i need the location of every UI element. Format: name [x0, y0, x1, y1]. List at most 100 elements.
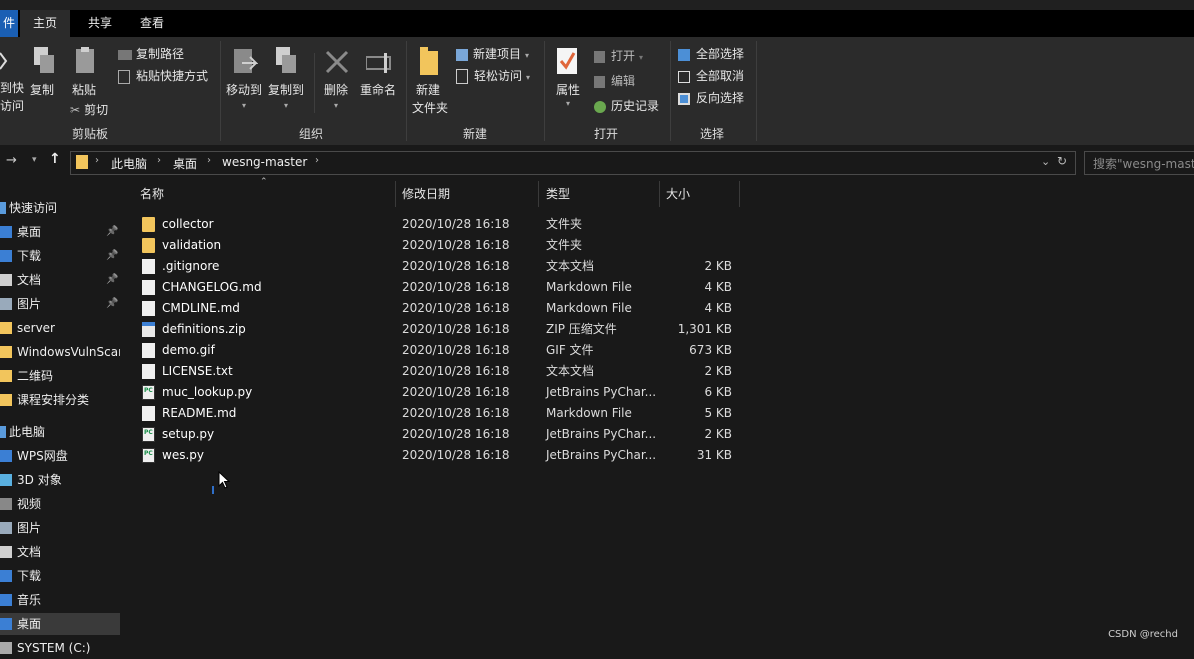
navigation-pane: 快速访问 桌面 📌 下载 📌 文档 📌 图片 📌 server WindowsVulnScan 二维码… — [0, 181, 122, 655]
file-name: README.md — [162, 406, 237, 420]
chevron-down-icon: ▾ — [526, 73, 531, 82]
address-dropdown-icon[interactable]: ⌄ — [1041, 155, 1050, 168]
nav-item[interactable]: SYSTEM (C:) — [0, 637, 120, 659]
tab-view[interactable]: 查看 — [132, 10, 172, 37]
nav-item[interactable]: 下载 — [0, 565, 120, 587]
invert-selection-button[interactable]: 反向选择 — [678, 89, 744, 106]
copy-button[interactable]: 复制 — [28, 45, 60, 101]
nav-item[interactable]: server — [0, 317, 120, 339]
column-header-size[interactable]: 大小 — [666, 181, 690, 207]
tab-file[interactable]: 件 — [0, 10, 18, 37]
tab-home[interactable]: 主页 — [20, 10, 70, 37]
column-divider[interactable] — [395, 181, 396, 207]
select-none-icon — [678, 70, 690, 83]
file-row[interactable]: README.md 2020/10/28 16:18 Markdown File 5 … — [122, 403, 1194, 424]
select-all-button[interactable]: 全部选择 — [678, 45, 744, 62]
nav-item[interactable]: 图片 📌 — [0, 293, 120, 315]
address-bar[interactable]: › 此电脑 › 桌面 › wesng-master › ⌄ ↻ — [70, 151, 1076, 175]
up-arrow-icon[interactable]: ↑ — [49, 151, 61, 167]
zip-file-icon — [142, 322, 155, 337]
nav-item-label: 二维码 — [17, 369, 54, 383]
column-divider[interactable] — [538, 181, 539, 207]
new-folder-button[interactable]: 新建 文件夹 — [412, 45, 452, 121]
paste-button[interactable]: 粘贴 — [70, 45, 102, 101]
tab-share[interactable]: 共享 — [80, 10, 120, 37]
properties-button[interactable]: 属性 ▾ — [552, 45, 586, 115]
copy-path-button[interactable]: 复制路径 — [118, 45, 184, 62]
chevron-right-icon[interactable]: › — [95, 155, 99, 166]
nav-item[interactable]: 下载 📌 — [0, 245, 120, 267]
pin-quick-access-button[interactable]: 到快 访问 — [0, 47, 24, 117]
edit-button[interactable]: 编辑 — [594, 72, 635, 89]
chevron-right-icon[interactable]: › — [315, 155, 319, 166]
column-divider[interactable] — [739, 181, 740, 207]
file-row[interactable]: setup.py 2020/10/28 16:18 JetBrains PyChar… — [122, 424, 1194, 445]
pin-icon[interactable]: 📌 — [106, 245, 118, 267]
rename-button[interactable]: 重命名 — [360, 45, 400, 101]
column-divider[interactable] — [659, 181, 660, 207]
copy-to-icon — [276, 47, 296, 73]
nav-item[interactable]: WindowsVulnScan — [0, 341, 120, 363]
file-row[interactable]: muc_lookup.py 2020/10/28 16:18 JetBrains P… — [122, 382, 1194, 403]
file-row[interactable]: validation 2020/10/28 16:18 文件夹 — [122, 235, 1194, 256]
new-item-label: 新建项目 — [473, 47, 522, 61]
copy-to-button[interactable]: 复制到 ▾ — [268, 45, 306, 115]
nav-item[interactable]: 快速访问 — [0, 197, 120, 219]
open-label: 打开 — [611, 49, 636, 63]
easy-access-button[interactable]: 轻松访问 ▾ — [456, 67, 530, 84]
column-header-date[interactable]: 修改日期 — [402, 181, 450, 207]
file-row[interactable]: collector 2020/10/28 16:18 文件夹 — [122, 214, 1194, 235]
cut-button[interactable]: ✂ 剪切 — [70, 101, 108, 118]
folder-icon — [0, 322, 12, 334]
select-none-button[interactable]: 全部取消 — [678, 67, 744, 84]
recent-locations-icon[interactable]: ▾ — [32, 155, 37, 165]
file-type: GIF 文件 — [546, 343, 594, 357]
delete-button[interactable]: 删除 ▾ — [322, 45, 352, 115]
file-row[interactable]: CMDLINE.md 2020/10/28 16:18 Markdown File 4… — [122, 298, 1194, 319]
chevron-right-icon[interactable]: › — [207, 155, 211, 166]
nav-item[interactable]: 二维码 — [0, 365, 120, 387]
file-row[interactable]: demo.gif 2020/10/28 16:18 GIF 文件 673 KB — [122, 340, 1194, 361]
open-button[interactable]: 打开 ▾ — [594, 47, 643, 64]
search-input[interactable]: 搜索"wesng-mast — [1084, 151, 1194, 175]
nav-item[interactable]: 桌面 📌 — [0, 221, 120, 243]
nav-item[interactable]: 文档 📌 — [0, 269, 120, 291]
nav-item[interactable]: 此电脑 — [0, 421, 120, 443]
pin-icon[interactable]: 📌 — [106, 221, 118, 243]
file-name: collector — [162, 217, 214, 231]
nav-item[interactable]: 文档 — [0, 541, 120, 563]
file-row[interactable]: definitions.zip 2020/10/28 16:18 ZIP 压缩文件 1… — [122, 319, 1194, 340]
column-header-name[interactable]: 名称 — [140, 181, 164, 207]
breadcrumb-desktop[interactable]: 桌面 — [173, 155, 197, 172]
file-row[interactable]: LICENSE.txt 2020/10/28 16:18 文本文档 2 KB — [122, 361, 1194, 382]
nav-item[interactable]: 3D 对象 — [0, 469, 120, 491]
move-to-button[interactable]: 移动到 ▾ — [226, 45, 264, 115]
refresh-icon[interactable]: ↻ — [1057, 154, 1067, 168]
nav-item[interactable]: 视频 — [0, 493, 120, 515]
mouse-cursor-icon — [218, 471, 231, 489]
forward-arrow-icon[interactable]: → — [6, 153, 17, 168]
new-folder-icon — [420, 47, 438, 75]
pin-icon[interactable]: 📌 — [106, 269, 118, 291]
paste-shortcut-label: 粘贴快捷方式 — [136, 69, 209, 83]
file-row[interactable]: CHANGELOG.md 2020/10/28 16:18 Markdown Fil… — [122, 277, 1194, 298]
nav-item[interactable]: 课程安排分类 — [0, 389, 120, 411]
pin-icon[interactable]: 📌 — [106, 293, 118, 315]
breadcrumb-this-pc[interactable]: 此电脑 — [111, 155, 147, 172]
nav-item[interactable]: 音乐 — [0, 589, 120, 611]
scissors-icon: ✂ — [70, 103, 81, 117]
file-size: 4 KB — [704, 280, 732, 294]
chevron-right-icon[interactable]: › — [157, 155, 161, 166]
paste-shortcut-button[interactable]: 粘贴快捷方式 — [118, 67, 208, 84]
nav-item-label: 音乐 — [17, 593, 42, 607]
nav-item[interactable]: WPS网盘 — [0, 445, 120, 467]
breadcrumb-wesng-master[interactable]: wesng-master — [222, 155, 307, 169]
nav-item[interactable]: 桌面 — [0, 613, 120, 635]
file-row[interactable]: wes.py 2020/10/28 16:18 JetBrains PyChar..… — [122, 445, 1194, 466]
new-item-button[interactable]: 新建项目 ▾ — [456, 45, 529, 62]
history-button[interactable]: 历史记录 — [594, 97, 659, 114]
file-row[interactable]: .gitignore 2020/10/28 16:18 文本文档 2 KB — [122, 256, 1194, 277]
nav-item[interactable]: 图片 — [0, 517, 120, 539]
column-header-type[interactable]: 类型 — [546, 181, 570, 207]
file-size: 2 KB — [704, 427, 732, 441]
